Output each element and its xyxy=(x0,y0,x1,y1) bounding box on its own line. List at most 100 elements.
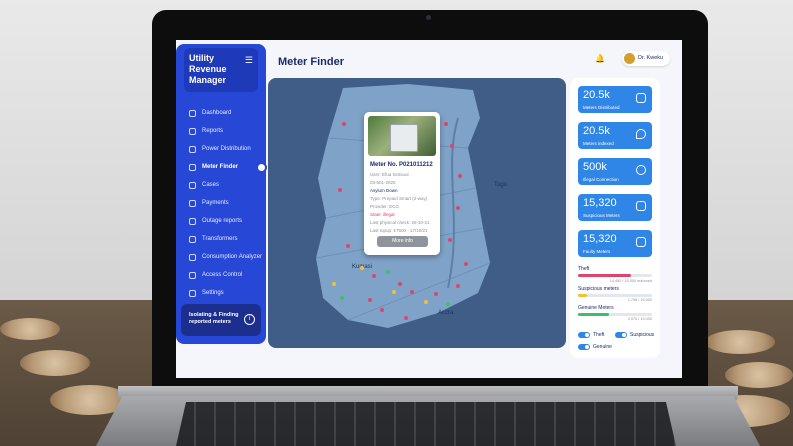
map-view[interactable]: Togo Kumasi Accra Meter No. P0210112 xyxy=(268,78,566,348)
stat-value: 20.5k xyxy=(583,125,610,137)
stat-value: 500k xyxy=(583,161,607,173)
popup-provider: Provider: ECG xyxy=(370,204,400,209)
popup-type: Type: Prepaid Smart (2-way) xyxy=(370,196,428,201)
meter-pin[interactable] xyxy=(464,262,468,266)
meter-pin[interactable] xyxy=(346,244,350,248)
meter-icon xyxy=(189,163,196,171)
meter-icon xyxy=(636,93,646,103)
map-label-accra: Accra xyxy=(438,310,454,316)
sidebar-item-settings[interactable]: Settings xyxy=(176,284,266,302)
user-menu[interactable]: Dr. Kweku xyxy=(622,51,670,66)
sidebar-item-transformers[interactable]: Transformers xyxy=(176,230,266,248)
meter-pin[interactable] xyxy=(332,282,336,286)
genuine-bar-fill xyxy=(578,313,610,316)
wood-coaster xyxy=(20,350,90,376)
suspicious-toggle[interactable] xyxy=(615,332,627,338)
theft-toggle[interactable] xyxy=(578,332,590,338)
stat-label: Meters Distributed xyxy=(583,105,620,110)
theft-bar-label: Theft xyxy=(578,266,590,272)
popup-location: Asylum Down xyxy=(370,188,398,193)
meter-pin[interactable] xyxy=(338,188,342,192)
meter-pin[interactable] xyxy=(424,300,428,304)
stat-card-suspicious-meters[interactable]: 15,320 Suspicious Meters xyxy=(578,194,652,221)
sidebar-item-meter-finder[interactable]: Meter Finder xyxy=(176,158,266,176)
sidebar-item-consumption-analyzer[interactable]: Consumption Analyzer xyxy=(176,248,266,266)
popup-phone: 03-501-2025 xyxy=(370,180,396,185)
sidebar-nav: Dashboard Reports Power Distribution Met… xyxy=(176,104,266,302)
theft-bar-fill xyxy=(578,274,632,277)
meter-pin[interactable] xyxy=(458,174,462,178)
meter-pin[interactable] xyxy=(448,238,452,242)
gear-icon xyxy=(189,289,196,297)
meter-pin[interactable] xyxy=(398,282,402,286)
meter-photo xyxy=(368,116,436,156)
analyzer-icon xyxy=(189,253,196,261)
info-card[interactable]: Isolating & Finding reported meters i xyxy=(181,304,261,336)
reports-icon xyxy=(189,127,196,135)
meter-pin[interactable] xyxy=(446,302,450,306)
meter-pin[interactable] xyxy=(450,144,454,148)
theft-bar xyxy=(578,274,652,277)
sidebar-item-cases[interactable]: Cases xyxy=(176,176,266,194)
sidebar-item-dashboard[interactable]: Dashboard xyxy=(176,104,266,122)
stat-label: Faulty Meters xyxy=(583,249,611,254)
hamburger-menu-icon[interactable]: ☰ xyxy=(245,55,253,66)
stat-label: Suspicious Meters xyxy=(583,213,620,218)
meter-pin[interactable] xyxy=(456,284,460,288)
stat-card-meters-distributed[interactable]: 20.5k Meters Distributed xyxy=(578,86,652,113)
meter-pin[interactable] xyxy=(444,122,448,126)
sidebar-item-payments[interactable]: Payments xyxy=(176,194,266,212)
meter-pin[interactable] xyxy=(392,290,396,294)
info-icon[interactable]: i xyxy=(244,314,255,325)
sidebar-item-label: Meter Finder xyxy=(202,164,239,170)
stat-card-meters-indexed[interactable]: 20.5k Meters indexed xyxy=(578,122,652,149)
bell-icon[interactable]: 🔔 xyxy=(595,54,605,64)
info-card-label: Isolating & Finding reported meters xyxy=(189,312,239,325)
sidebar-item-label: Cases xyxy=(202,182,220,188)
meter-pin[interactable] xyxy=(404,316,408,320)
access-control-icon xyxy=(189,271,196,279)
user-name: Dr. Kweku xyxy=(638,55,664,61)
sidebar-item-reports[interactable]: Reports xyxy=(176,122,266,140)
app-screen: Utility Revenue Manager ☰ Dashboard Repo… xyxy=(176,40,682,378)
wood-coaster xyxy=(705,330,775,354)
webcam xyxy=(426,15,431,20)
stat-card-faulty-meters[interactable]: 15,320 Faulty Meters xyxy=(578,230,652,257)
meter-pin[interactable] xyxy=(386,270,390,274)
genuine-toggle-label: Genuine xyxy=(593,344,612,350)
sidebar-item-label: Outage reports xyxy=(202,218,243,224)
more-info-button[interactable]: More info xyxy=(377,236,428,247)
genuine-bar-label: Genuine Meters xyxy=(578,305,614,311)
stat-label: Illegal Connection xyxy=(583,177,619,182)
meter-pin[interactable] xyxy=(456,206,460,210)
sidebar-item-outage-reports[interactable]: Outage reports xyxy=(176,212,266,230)
sidebar-item-label: Settings xyxy=(202,290,224,296)
meter-pin[interactable] xyxy=(434,292,438,296)
meter-pin[interactable] xyxy=(372,274,376,278)
stat-value: 20.5k xyxy=(583,89,610,101)
sidebar-item-label: Dashboard xyxy=(202,110,232,116)
meter-pin[interactable] xyxy=(342,122,346,126)
popup-last-check: Last physical check: 26-10-21 xyxy=(370,220,430,225)
popup-title: Meter No. P021011212 xyxy=(370,162,433,168)
meter-pin[interactable] xyxy=(368,298,372,302)
meter-pin[interactable] xyxy=(340,296,344,300)
sidebar-item-power-distribution[interactable]: Power Distribution xyxy=(176,140,266,158)
meter-popup: Meter No. P021011212 User: Efua Sintsuor… xyxy=(364,112,440,255)
stats-panel: 20.5k Meters Distributed 20.5k Meters in… xyxy=(570,78,660,358)
sidebar-item-label: Access Control xyxy=(202,272,243,278)
popup-user: User: Efua Sintsuor xyxy=(370,172,410,177)
flag-icon xyxy=(636,201,646,211)
sidebar-item-access-control[interactable]: Access Control xyxy=(176,266,266,284)
meter-pin[interactable] xyxy=(380,308,384,312)
avatar xyxy=(624,53,635,64)
sidebar: Utility Revenue Manager ☰ Dashboard Repo… xyxy=(176,44,267,344)
genuine-toggle[interactable] xyxy=(578,344,590,350)
tools-icon xyxy=(636,237,646,247)
sidebar-item-label: Consumption Analyzer xyxy=(202,254,263,260)
theft-bar-count: 14,490 / 15,000 enforced xyxy=(609,279,652,283)
meter-pin[interactable] xyxy=(360,266,364,270)
suspicious-bar-label: Suspicious meters xyxy=(578,286,619,292)
stat-card-illegal-connection[interactable]: 500k Illegal Connection xyxy=(578,158,652,185)
meter-pin[interactable] xyxy=(410,290,414,294)
